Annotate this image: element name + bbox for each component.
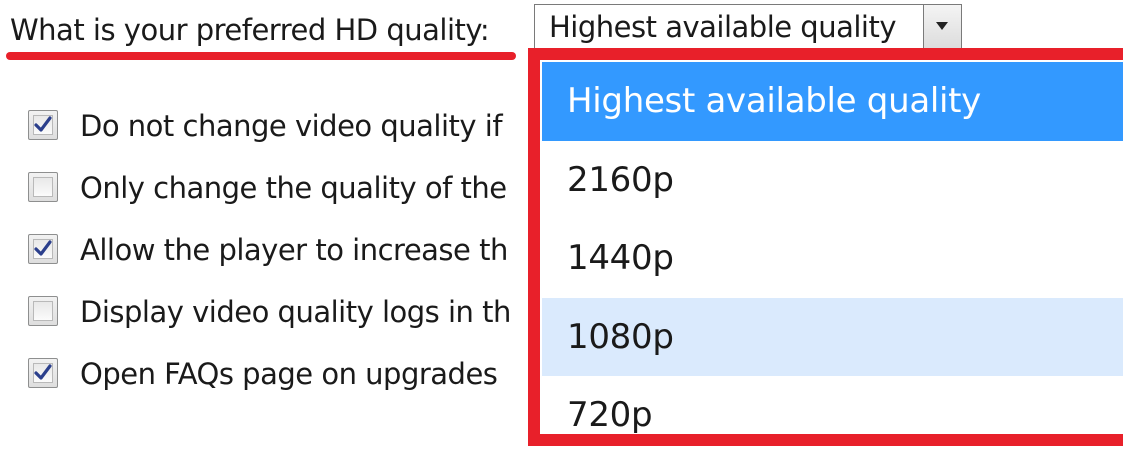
quality-question-label: What is your preferred HD quality: — [10, 13, 490, 47]
chevron-down-icon[interactable] — [923, 5, 961, 49]
checkmark-icon — [34, 364, 52, 380]
checkmark-icon — [34, 240, 52, 256]
settings-row[interactable]: Open FAQs page on upgrades — [28, 352, 540, 414]
annotation-underline — [6, 52, 516, 60]
quality-dropdown-list: Highest available quality 2160p 1440p 10… — [542, 62, 1123, 455]
quality-select[interactable]: Highest available quality — [534, 4, 962, 50]
settings-label: Do not change video quality if — [80, 109, 503, 143]
settings-label: Allow the player to increase th — [80, 233, 508, 267]
checkmark-icon — [34, 116, 52, 132]
settings-label: Display video quality logs in th — [80, 295, 511, 329]
checkbox[interactable] — [28, 296, 58, 326]
settings-row[interactable]: Only change the quality of the — [28, 166, 540, 228]
dropdown-option[interactable]: 1080p — [542, 297, 1123, 376]
dropdown-option[interactable]: Highest available quality — [542, 62, 1123, 141]
dropdown-option[interactable]: 2160p — [542, 141, 1123, 220]
checkbox[interactable] — [28, 358, 58, 388]
settings-label: Only change the quality of the — [80, 171, 507, 205]
settings-list: Do not change video quality if Only chan… — [28, 104, 540, 414]
checkbox[interactable] — [28, 172, 58, 202]
dropdown-option[interactable]: 1440p — [542, 219, 1123, 298]
settings-row[interactable]: Allow the player to increase th — [28, 228, 540, 290]
dropdown-option[interactable]: 720p — [542, 376, 1123, 455]
checkbox[interactable] — [28, 234, 58, 264]
settings-label: Open FAQs page on upgrades — [80, 357, 498, 391]
checkbox[interactable] — [28, 110, 58, 140]
settings-row[interactable]: Display video quality logs in th — [28, 290, 540, 352]
settings-row[interactable]: Do not change video quality if — [28, 104, 540, 166]
quality-select-value: Highest available quality — [549, 10, 897, 44]
